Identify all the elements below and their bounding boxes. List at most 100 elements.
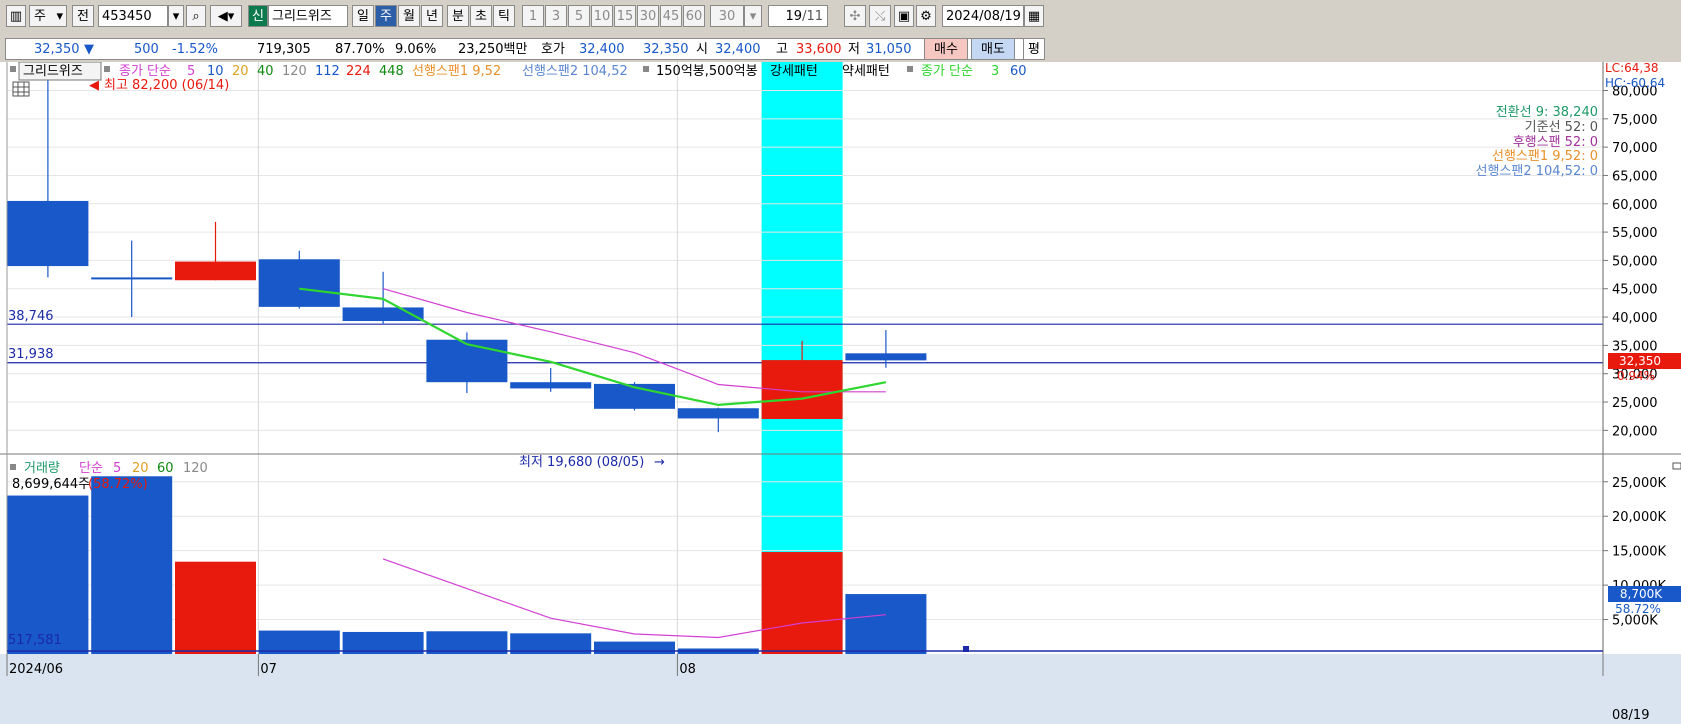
minute-select[interactable]: 30 (710, 5, 744, 27)
legend-weak: 약세패턴 (842, 64, 890, 79)
volume-bar (594, 641, 675, 654)
volume-bar (7, 495, 89, 654)
lead-span2-value: 선행스팬2 104,52: 0 (1475, 163, 1598, 179)
candle-body (845, 353, 927, 361)
direction-icon: ▼ (84, 42, 94, 57)
min-1-button[interactable]: 1 (522, 5, 544, 27)
volume: 719,305 (257, 42, 311, 57)
price-tick-label: 60,000 (1612, 198, 1658, 213)
bid2: 32,350 (643, 42, 689, 57)
buy-button[interactable]: 매수 (924, 38, 968, 60)
eval-button[interactable]: 평 (1023, 38, 1045, 60)
count-field[interactable]: 19/11 (768, 5, 828, 27)
stock-name[interactable]: 그리드위즈 (268, 5, 348, 27)
minute-dropdown-icon[interactable]: ▾ (744, 5, 762, 27)
x-axis-band (0, 654, 1681, 724)
current-price-pct: 0.94% (1617, 369, 1655, 383)
search-icon[interactable]: ⌕ (186, 5, 206, 27)
x-tick-label: 08 (679, 662, 696, 677)
min-3-button[interactable]: 3 (545, 5, 567, 27)
legend-ma-10: 10 (207, 64, 224, 79)
volume-ma-5: 5 (113, 461, 121, 476)
legend-ma-224: 224 (346, 64, 371, 79)
low-annotation: 최저 19,680 (08/05) (519, 455, 644, 470)
legend-ma-20: 20 (232, 64, 249, 79)
trend-icon[interactable]: ⤯ (869, 5, 891, 27)
code-dropdown-icon[interactable]: ▾ (168, 5, 184, 27)
table-icon[interactable] (12, 81, 30, 97)
volume-bar (761, 552, 843, 654)
min-10-button[interactable]: 10 (591, 5, 613, 27)
candle-body (258, 259, 340, 307)
min-60-button[interactable]: 60 (683, 5, 705, 27)
period-select-value: 주 (34, 9, 46, 24)
save-icon[interactable]: ▣ (894, 5, 914, 27)
volume-min: 517,581 (8, 633, 62, 648)
amount: 23,250백만 (458, 42, 528, 57)
high-label: 고 (776, 42, 788, 57)
tab-minute[interactable]: 분 (447, 5, 469, 27)
price-tick-label: 40,000 (1612, 311, 1658, 326)
high-annotation: 최고 82,200 (06/14) (104, 78, 229, 93)
panel-close-icon[interactable] (1672, 462, 1681, 470)
date-input[interactable]: 2024/08/19 (942, 5, 1024, 27)
legend-marker-pattern (643, 66, 649, 72)
hline1-label: 38,746 (8, 309, 54, 324)
legend-span2: 선행스팬2 104,52 (522, 63, 628, 79)
gear-icon[interactable]: ⚙ (916, 5, 936, 27)
lagging-span-value: 후행스팬 52: 0 (1513, 134, 1598, 150)
candle-body (677, 408, 759, 419)
volume-legend-marker (10, 464, 16, 470)
arrow-right-icon: → (654, 455, 665, 470)
volume-ma-20: 20 (132, 461, 149, 476)
tab-day[interactable]: 일 (352, 5, 374, 27)
stock-chart[interactable]: 20,00025,00030,00035,00040,00045,00050,0… (0, 62, 1681, 724)
base-line-value: 기준선 52: 0 (1525, 120, 1598, 135)
legend-ma-5: 5 (187, 64, 195, 79)
volume-tick-label: 20,000K (1612, 510, 1666, 525)
volume-bar (175, 561, 256, 654)
tab-tick[interactable]: 틱 (493, 5, 515, 27)
high: 33,600 (796, 42, 842, 57)
min-15-button[interactable]: 15 (614, 5, 636, 27)
sell-button[interactable]: 매도 (971, 38, 1015, 60)
vol-ratio: 87.70% (335, 42, 385, 57)
legend-marker-ma2 (907, 66, 913, 72)
volume-bar (845, 594, 927, 654)
cross-icon[interactable]: ✣ (844, 5, 866, 27)
min-30-button[interactable]: 30 (637, 5, 659, 27)
layout-icon[interactable]: ▥ (6, 5, 26, 27)
x-tick-label: 07 (260, 662, 277, 677)
legend-ma-label: 종가 단순 (119, 64, 171, 79)
legend-marker (10, 66, 16, 72)
volume-bar (91, 476, 173, 654)
low: 31,050 (866, 42, 912, 57)
calendar-icon[interactable]: ▦ (1024, 5, 1044, 27)
tab-year[interactable]: 년 (421, 5, 443, 27)
legend-ma-112: 112 (315, 64, 340, 79)
min-45-button[interactable]: 45 (660, 5, 682, 27)
x-tick-label: 2024/06 (9, 662, 63, 677)
tab-month[interactable]: 월 (398, 5, 420, 27)
legend-strong: 강세패턴 (770, 64, 818, 79)
legend-ma-448: 448 (379, 64, 404, 79)
code-input[interactable]: 453450 (98, 5, 168, 27)
tab-week[interactable]: 주 (375, 5, 397, 27)
tab-second[interactable]: 초 (470, 5, 492, 27)
legend-ma-120: 120 (282, 64, 307, 79)
volume-tick-label: 15,000K (1612, 545, 1666, 560)
speaker-icon[interactable]: ◀▾ (210, 5, 242, 27)
legend-marker-ma (104, 66, 110, 72)
price-tick-label: 25,000 (1612, 396, 1658, 411)
low-label: 저 (848, 42, 860, 57)
min-5-button[interactable]: 5 (568, 5, 590, 27)
prev-button[interactable]: 전 (72, 5, 94, 27)
change: 500 (134, 42, 159, 57)
chevron-down-icon: ▾ (56, 9, 63, 24)
price-tick-label: 50,000 (1612, 254, 1658, 269)
conversion-line-value: 전환선 9: 38,240 (1496, 105, 1598, 120)
candle-body (175, 261, 256, 281)
period-select[interactable]: 주 ▾ (29, 5, 67, 27)
legend-span1: 선행스팬1 9,52 (412, 63, 501, 79)
new-badge: 신 (248, 5, 268, 27)
